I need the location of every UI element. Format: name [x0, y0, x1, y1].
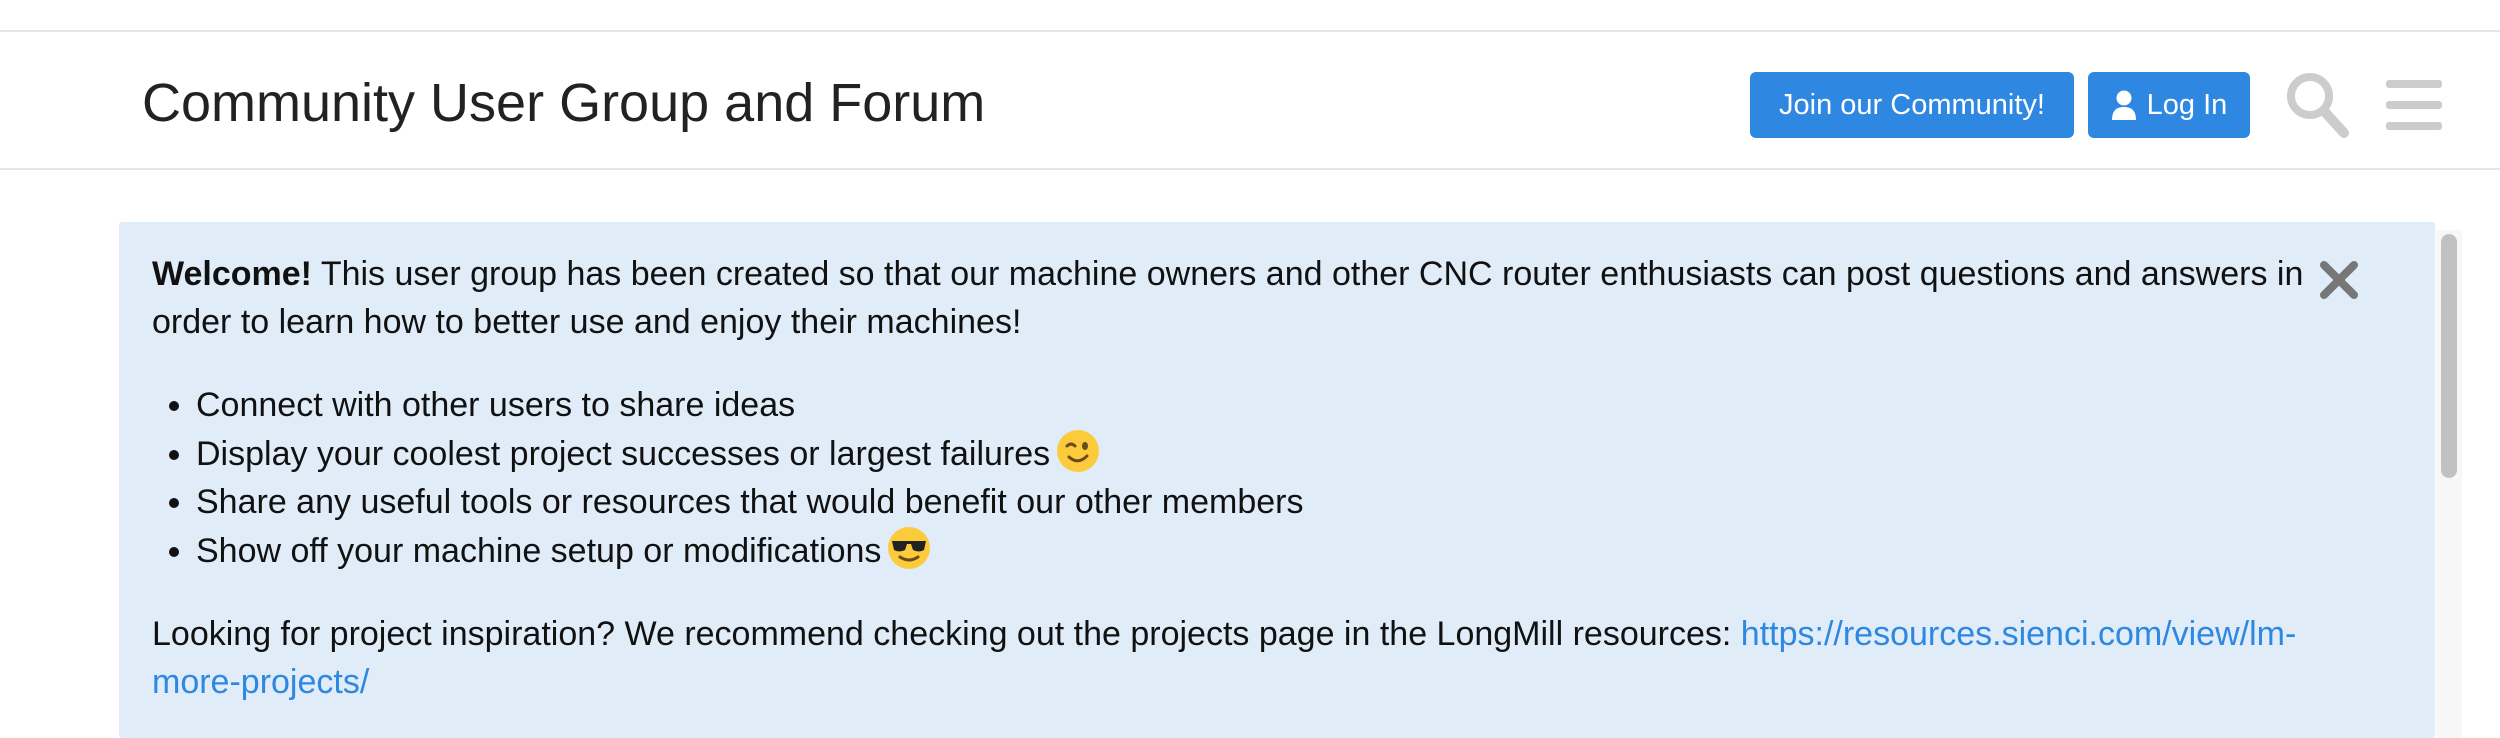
list-item: Share any useful tools or resources that…	[196, 478, 2382, 526]
welcome-banner: Welcome! This user group has been create…	[119, 222, 2435, 738]
site-title[interactable]: Community User Group and Forum	[142, 70, 985, 136]
close-icon[interactable]	[2315, 256, 2363, 304]
winking-face-emoji-icon	[1056, 429, 1100, 473]
feature-list: Connect with other users to share ideas …	[152, 381, 2382, 575]
welcome-intro: Welcome! This user group has been create…	[152, 250, 2382, 346]
inspiration-paragraph: Looking for project inspiration? We reco…	[152, 615, 2297, 701]
scrollbar-thumb[interactable]	[2441, 234, 2457, 478]
user-icon	[2111, 90, 2137, 120]
list-item: Show off your machine setup or modificat…	[196, 526, 2382, 575]
top-strip	[0, 0, 2500, 32]
sunglasses-face-emoji-icon	[887, 526, 931, 570]
login-button-label: Log In	[2146, 88, 2228, 121]
list-item: Connect with other users to share ideas	[196, 381, 2382, 429]
welcome-bold: Welcome!	[152, 255, 312, 293]
search-icon[interactable]	[2284, 70, 2350, 140]
welcome-banner-content: Welcome! This user group has been create…	[152, 250, 2382, 738]
welcome-intro-text: This user group has been created so that…	[152, 255, 2304, 341]
hamburger-menu-icon[interactable]	[2386, 74, 2442, 136]
list-item: Display your coolest project successes o…	[196, 429, 2382, 478]
login-button[interactable]: Log In	[2088, 72, 2250, 138]
join-community-button[interactable]: Join our Community!	[1750, 72, 2074, 138]
site-header: Community User Group and Forum Join our …	[0, 32, 2500, 170]
